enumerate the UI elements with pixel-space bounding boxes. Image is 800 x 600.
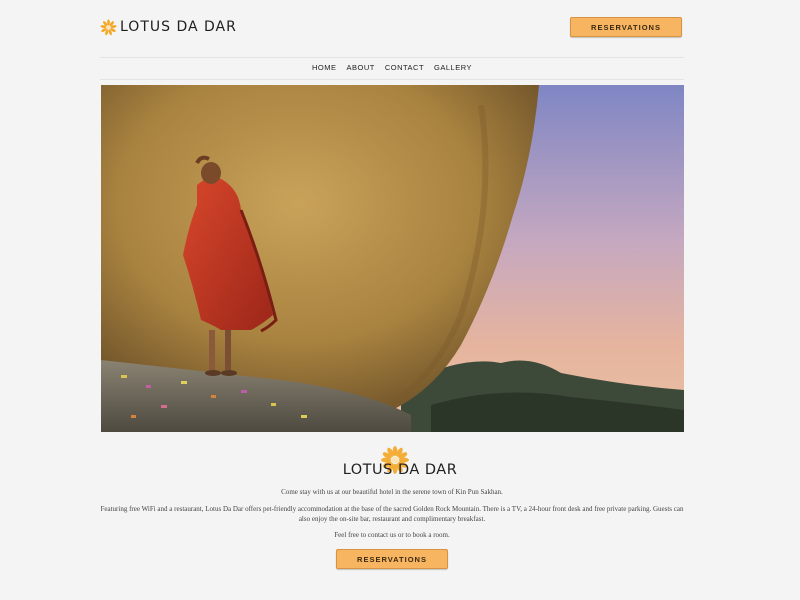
site-header: LOTUS DA DAR RESERVATIONS — [100, 14, 684, 40]
lotus-logo-icon — [100, 18, 117, 35]
nav-home[interactable]: HOME — [312, 63, 337, 75]
nav-gallery[interactable]: GALLERY — [434, 63, 472, 75]
main-nav: HOME ABOUT CONTACT GALLERY — [100, 63, 684, 75]
divider-top — [100, 57, 684, 58]
brand-name: LOTUS DA DAR — [120, 19, 237, 35]
golden-rock-photo — [101, 85, 684, 432]
hero-image — [101, 85, 684, 432]
site-logo[interactable]: LOTUS DA DAR — [100, 14, 237, 40]
reservations-button[interactable]: RESERVATIONS — [336, 549, 448, 569]
center-logo: LOTUS DA DAR — [0, 440, 800, 478]
divider-nav — [100, 79, 684, 80]
center-brand-name: LOTUS DA DAR — [342, 462, 458, 478]
reservations-button-header[interactable]: RESERVATIONS — [570, 17, 682, 37]
nav-about[interactable]: ABOUT — [346, 63, 374, 75]
intro-text: Come stay with us at our beautiful hotel… — [281, 488, 503, 496]
description-text: Featuring free WiFi and a restaurant, Lo… — [100, 505, 684, 523]
nav-contact[interactable]: CONTACT — [385, 63, 424, 75]
contact-text: Feel free to contact us or to book a roo… — [334, 531, 450, 539]
